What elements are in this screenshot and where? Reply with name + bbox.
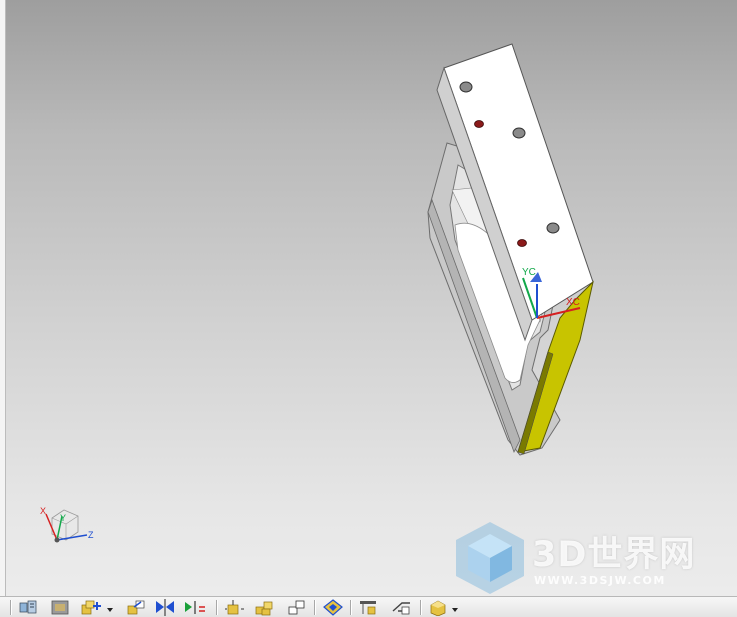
toolbar-separator [216, 600, 218, 615]
hole-icon [512, 127, 526, 139]
wave-geometry-icon[interactable] [254, 599, 276, 616]
mirror-assembly-icon[interactable] [154, 599, 176, 616]
add-component-icon[interactable] [80, 599, 114, 616]
reposition-icon[interactable] [286, 599, 308, 616]
graphics-window[interactable]: YC XC X Y Z 3D世界网 WWW.3DSJW.COM [0, 0, 737, 596]
watermark-cube-icon [456, 522, 524, 594]
watermark-title: 3D世界网 [532, 535, 696, 575]
triad-x-label: X [40, 506, 46, 516]
component-icon[interactable] [50, 599, 70, 616]
part-body[interactable] [427, 43, 594, 456]
assemblies-toolbar [0, 596, 737, 617]
move-component-icon[interactable] [126, 599, 148, 616]
pin-hole-icon [474, 120, 484, 128]
hole-icon [546, 222, 560, 234]
wcs-xc-label: XC [566, 297, 580, 308]
display-part-icon[interactable] [428, 599, 462, 616]
exploded-view-icon[interactable] [224, 599, 246, 616]
assembly-cut-icon[interactable] [390, 599, 414, 616]
check-clearance-icon[interactable] [322, 599, 344, 616]
view-triad: X Y Z [40, 506, 94, 543]
triad-y-label: Y [60, 513, 66, 523]
wcs-yc-label: YC [522, 267, 536, 278]
toolbar-separator [10, 600, 12, 615]
hole-icon [459, 81, 473, 93]
sequence-icon[interactable] [358, 599, 382, 616]
toolbar-separator [420, 600, 422, 615]
toolbar-separator [314, 600, 316, 615]
model-scene[interactable]: YC XC X Y Z [0, 0, 737, 596]
assembly-constraints-icon[interactable] [183, 599, 207, 616]
watermark-url: WWW.3DSJW.COM [534, 574, 666, 587]
watermark: 3D世界网 WWW.3DSJW.COM [450, 518, 730, 598]
assembly-navigator-icon[interactable] [18, 599, 38, 616]
triad-z-label: Z [88, 530, 94, 540]
toolbar-separator [350, 600, 352, 615]
pin-hole-icon [517, 239, 527, 247]
